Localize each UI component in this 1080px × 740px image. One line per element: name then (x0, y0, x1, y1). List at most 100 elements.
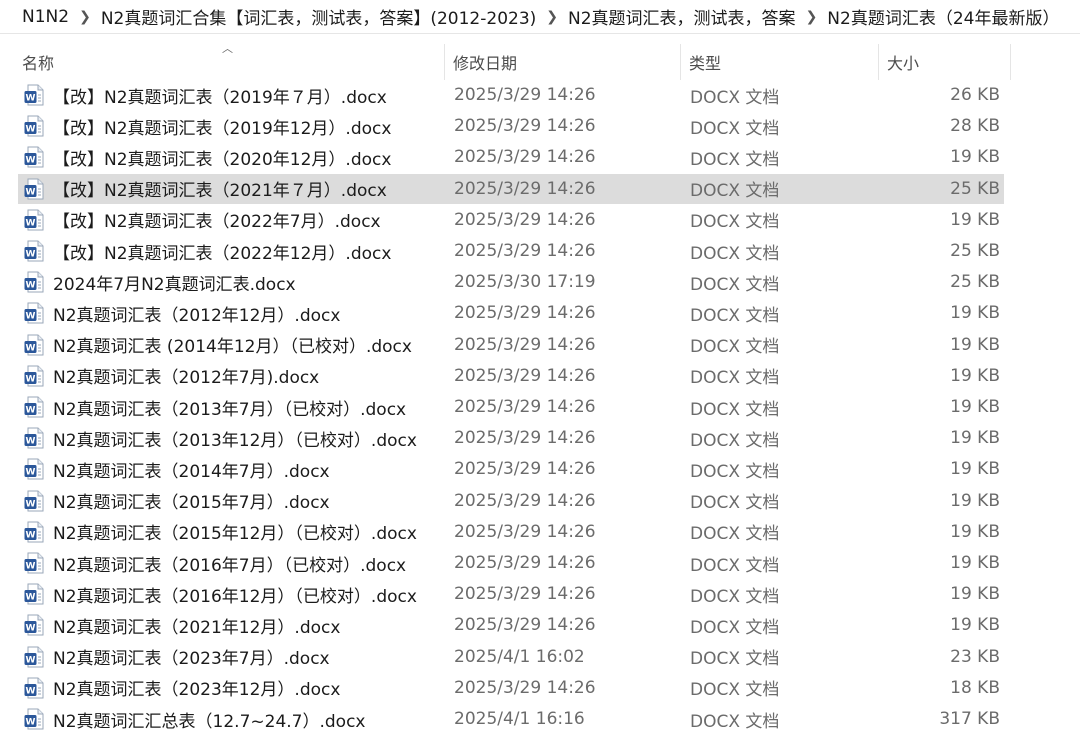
file-type: DOCX 文档 (690, 617, 780, 638)
file-date: 2025/3/29 14:26 (454, 241, 596, 261)
svg-text:W: W (26, 187, 36, 197)
svg-text:W: W (26, 343, 36, 353)
file-row[interactable]: W 【改】N2真题词汇表（2022年12月）.docx 2025/3/29 14… (18, 236, 1004, 266)
breadcrumb-item-current[interactable]: N2真题词汇表（24年最新版） (821, 4, 1065, 29)
file-size: 19 KB (950, 553, 1000, 573)
file-date: 2025/3/29 14:26 (454, 397, 596, 417)
file-size: 23 KB (950, 646, 1000, 667)
word-docx-icon: W (24, 334, 44, 356)
word-docx-icon: W (24, 302, 44, 324)
file-name-cell: W N2真题词汇表（2013年12月）（已校对）.docx (24, 423, 444, 453)
column-resize-handle[interactable] (1010, 44, 1011, 80)
file-name: 2024年7月N2真题词汇表.docx (53, 274, 296, 295)
file-row[interactable]: W N2真题词汇表（2015年7月）.docx 2025/3/29 14:26 … (18, 486, 1004, 516)
file-row[interactable]: W N2真题词汇表（2016年7月）（已校对）.docx 2025/3/29 1… (18, 548, 1004, 578)
file-name: 【改】N2真题词汇表（2019年７月）.docx (53, 87, 387, 108)
file-size: 317 KB (939, 709, 1000, 729)
file-date: 2025/3/29 14:26 (454, 303, 596, 324)
file-row[interactable]: W N2真题词汇表（2015年12月）（已校对）.docx 2025/3/29 … (18, 517, 1004, 547)
word-docx-icon: W (24, 708, 44, 730)
file-name: N2真题词汇表（2016年7月）（已校对）.docx (53, 555, 407, 576)
file-row[interactable]: W 【改】N2真题词汇表（2019年12月）.docx 2025/3/29 14… (18, 111, 1004, 141)
file-row[interactable]: W N2真题词汇表（2021年12月）.docx 2025/3/29 14:26… (18, 610, 1004, 640)
svg-text:W: W (26, 499, 36, 509)
file-row[interactable]: W N2真题词汇表（2013年12月）（已校对）.docx 2025/3/29 … (18, 423, 1004, 453)
file-date: 2025/3/29 14:26 (454, 584, 596, 605)
word-docx-icon: W (24, 240, 44, 262)
file-name-cell: W N2真题词汇表（2015年12月）（已校对）.docx (24, 517, 444, 547)
file-row[interactable]: W 【改】N2真题词汇表（2021年７月）.docx 2025/3/29 14:… (18, 173, 1004, 204)
file-name-cell: W N2真题词汇表（2012年12月）.docx (24, 298, 444, 328)
file-name-cell: W 【改】N2真题词汇表（2021年７月）.docx (24, 174, 444, 204)
svg-text:W: W (26, 125, 36, 135)
file-name-cell: W N2真题词汇表（2023年12月）.docx (24, 673, 444, 703)
word-docx-icon: W (24, 427, 44, 449)
column-header-bar: 名称 修改日期 类型 大小 (0, 44, 1080, 80)
word-docx-icon: W (24, 677, 44, 699)
file-date: 2025/3/29 14:26 (454, 365, 596, 386)
file-size: 28 KB (950, 116, 1000, 137)
file-type: DOCX 文档 (690, 243, 780, 264)
file-name-cell: W 【改】N2真题词汇表（2022年7月）.docx (24, 205, 444, 235)
file-type: DOCX 文档 (690, 118, 780, 139)
file-type: DOCX 文档 (690, 368, 780, 389)
word-docx-icon: W (24, 271, 44, 293)
file-type: DOCX 文档 (690, 461, 780, 482)
breadcrumb-item-n1n2[interactable]: N1N2 (0, 7, 75, 27)
file-row[interactable]: W N2真题词汇表 (2014年12月）（已校对）.docx 2025/3/29… (18, 330, 1004, 360)
file-row[interactable]: W 【改】N2真题词汇表（2022年7月）.docx 2025/3/29 14:… (18, 205, 1004, 235)
word-docx-icon: W (24, 614, 44, 636)
svg-text:W: W (26, 312, 36, 322)
file-row[interactable]: W 【改】N2真题词汇表（2020年12月）.docx 2025/3/29 14… (18, 142, 1004, 172)
file-row[interactable]: W N2真题词汇汇总表（12.7~24.7）.docx 2025/4/1 16:… (18, 704, 1004, 734)
file-date: 2025/3/29 14:26 (454, 490, 596, 511)
file-size: 19 KB (950, 615, 1000, 636)
file-name: N2真题词汇表（2012年7月).docx (53, 368, 320, 389)
file-name-cell: W N2真题词汇表（2014年7月）.docx (24, 454, 444, 484)
file-date: 2025/3/29 14:26 (454, 553, 596, 573)
file-name-cell: W N2真题词汇表（2016年12月）（已校对）.docx (24, 579, 444, 609)
file-row[interactable]: W N2真题词汇表（2023年12月）.docx 2025/3/29 14:26… (18, 673, 1004, 703)
file-row[interactable]: W N2真题词汇表（2012年12月）.docx 2025/3/29 14:26… (18, 298, 1004, 328)
breadcrumb-item-folder[interactable]: N2真题词汇表，测试表，答案 (562, 4, 802, 29)
file-row[interactable]: W N2真题词汇表（2016年12月）（已校对）.docx 2025/3/29 … (18, 579, 1004, 609)
file-type: DOCX 文档 (690, 337, 780, 358)
file-size: 25 KB (950, 241, 1000, 261)
file-name-cell: W N2真题词汇表（2012年7月).docx (24, 361, 444, 391)
column-header-date[interactable]: 修改日期 (445, 44, 680, 80)
word-docx-icon: W (24, 178, 44, 200)
svg-text:W: W (26, 281, 36, 291)
column-header-size[interactable]: 大小 (879, 44, 1010, 80)
svg-text:W: W (26, 250, 36, 260)
svg-text:W: W (26, 94, 36, 104)
file-name: N2真题词汇表 (2014年12月）（已校对）.docx (53, 337, 412, 358)
breadcrumb-item-collection[interactable]: N2真题词汇合集【词汇表，测试表，答案】(2012-2023) (95, 4, 542, 29)
file-type: DOCX 文档 (690, 430, 780, 451)
file-row[interactable]: W 2024年7月N2真题词汇表.docx 2025/3/30 17:19 DO… (18, 267, 1004, 297)
chevron-right-icon[interactable]: ❯ (802, 9, 822, 25)
file-name: 【改】N2真题词汇表（2019年12月）.docx (53, 118, 392, 139)
file-name: 【改】N2真题词汇表（2021年７月）.docx (53, 181, 387, 202)
file-name: N2真题词汇汇总表（12.7~24.7）.docx (53, 711, 366, 732)
file-row[interactable]: W N2真题词汇表（2012年7月).docx 2025/3/29 14:26 … (18, 361, 1004, 391)
svg-text:W: W (26, 562, 36, 572)
file-name-cell: W 2024年7月N2真题词汇表.docx (24, 267, 444, 297)
file-size: 26 KB (950, 85, 1000, 105)
svg-text:W: W (26, 530, 36, 540)
chevron-right-icon[interactable]: ❯ (75, 9, 95, 25)
file-type: DOCX 文档 (690, 212, 780, 233)
word-docx-icon: W (24, 552, 44, 574)
column-header-type[interactable]: 类型 (681, 44, 878, 80)
file-name-cell: W 【改】N2真题词汇表（2019年７月）.docx (24, 80, 444, 110)
file-size: 18 KB (950, 677, 1000, 698)
chevron-right-icon[interactable]: ❯ (542, 9, 562, 25)
file-name-cell: W N2真题词汇表 (2014年12月）（已校对）.docx (24, 330, 444, 360)
file-date: 2025/3/29 14:26 (454, 178, 596, 199)
file-row[interactable]: W 【改】N2真题词汇表（2019年７月）.docx 2025/3/29 14:… (18, 80, 1004, 110)
file-row[interactable]: W N2真题词汇表（2023年7月）.docx 2025/4/1 16:02 D… (18, 642, 1004, 672)
file-name-cell: W N2真题词汇表（2013年7月）（已校对）.docx (24, 392, 444, 422)
file-row[interactable]: W N2真题词汇表（2014年7月）.docx 2025/3/29 14:26 … (18, 454, 1004, 484)
file-type: DOCX 文档 (690, 274, 780, 295)
file-row[interactable]: W N2真题词汇表（2013年7月）（已校对）.docx 2025/3/29 1… (18, 392, 1004, 422)
word-docx-icon: W (24, 583, 44, 605)
